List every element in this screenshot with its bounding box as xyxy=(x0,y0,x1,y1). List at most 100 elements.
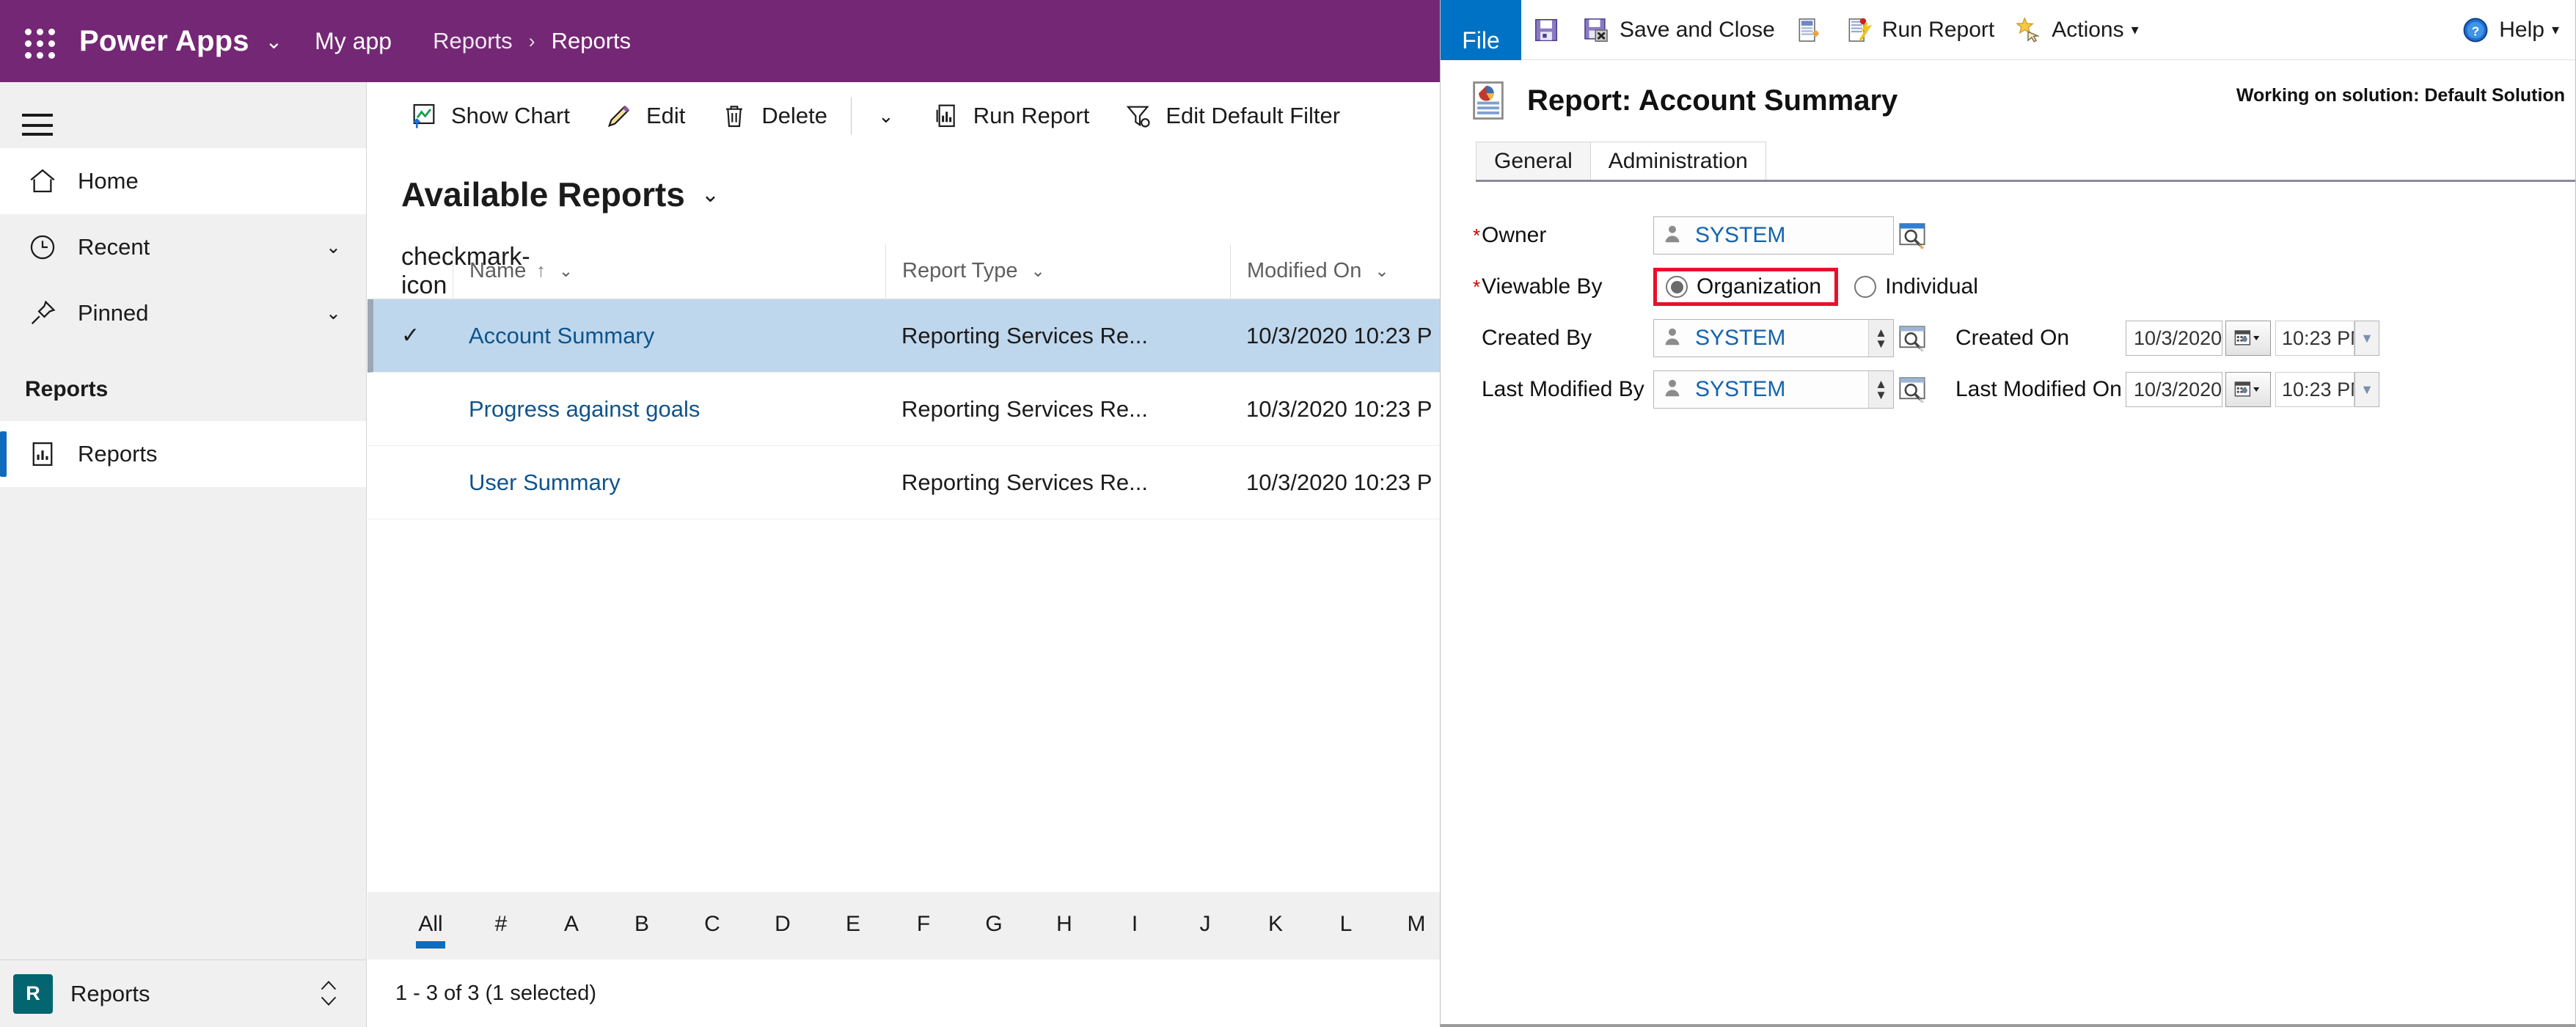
field-label-last-modified-on: Last Modified On xyxy=(1955,377,2122,401)
chevron-up-down-icon[interactable] xyxy=(316,976,341,1011)
alpha-filter-b[interactable]: B xyxy=(607,912,677,940)
calendar-icon[interactable] xyxy=(2225,321,2271,356)
alpha-filter-a[interactable]: A xyxy=(536,912,607,940)
show-chart-button[interactable]: Show Chart xyxy=(391,82,586,150)
owner-lookup-input[interactable]: SYSTEM xyxy=(1653,216,1894,255)
chevron-down-icon[interactable]: ⌄ xyxy=(326,302,341,324)
calendar-icon[interactable] xyxy=(2225,372,2271,407)
lookup-search-icon[interactable] xyxy=(1897,323,1928,354)
waffle-grid-icon[interactable] xyxy=(16,20,59,62)
sidebar-item-reports[interactable]: Reports xyxy=(0,421,366,487)
last-modified-on-time-input[interactable]: 10:23 PM xyxy=(2275,372,2354,407)
select-all-checkmark-icon[interactable]: checkmark-icon xyxy=(401,243,530,300)
lookup-search-icon[interactable] xyxy=(1897,374,1928,405)
chevron-down-icon[interactable]: ⌄ xyxy=(559,261,573,281)
clock-icon xyxy=(22,227,63,268)
created-on-date-input[interactable]: 10/3/2020 xyxy=(2126,321,2222,356)
caret-down-icon[interactable]: ▾ xyxy=(2132,21,2139,39)
edit-button[interactable]: Edit xyxy=(586,82,701,150)
chevron-down-icon[interactable]: ▼ xyxy=(2354,372,2379,407)
alpha-filter-h[interactable]: H xyxy=(1029,912,1099,940)
help-label: Help xyxy=(2499,17,2544,42)
pin-icon xyxy=(22,293,63,334)
alpha-filter-d[interactable]: D xyxy=(747,912,818,940)
chevron-down-icon[interactable]: ⌄ xyxy=(701,182,720,208)
alpha-filter-l[interactable]: L xyxy=(1311,912,1381,940)
created-by-lookup-input[interactable]: SYSTEM ▲ ▼ xyxy=(1653,319,1894,357)
chevron-down-icon[interactable]: ⌄ xyxy=(326,236,341,258)
lookup-search-icon[interactable] xyxy=(1897,220,1928,251)
spinner-updown-icon[interactable]: ▲ ▼ xyxy=(1868,371,1893,408)
row-checkmark-icon[interactable]: ✓ xyxy=(401,323,453,348)
alpha-filter-k[interactable]: K xyxy=(1240,912,1311,940)
ribbon-label: Run Report xyxy=(1881,17,1995,42)
chevron-down-icon[interactable]: ⌄ xyxy=(266,29,282,54)
sidebar-item-pinned[interactable]: Pinned ⌄ xyxy=(0,280,366,346)
label-text: Last Modified By xyxy=(1482,377,1644,401)
required-asterisk-icon: * xyxy=(1473,224,1481,246)
person-icon xyxy=(1661,326,1686,351)
save-button[interactable] xyxy=(1521,0,1571,60)
chevron-down-icon[interactable]: ⌄ xyxy=(1375,261,1388,281)
alpha-filter-hash[interactable]: # xyxy=(466,912,536,940)
caret-down-icon[interactable]: ▾ xyxy=(2552,21,2559,39)
radio-individual[interactable]: Individual xyxy=(1854,274,1978,299)
last-modified-on-date-input[interactable]: 10/3/2020 xyxy=(2126,372,2222,407)
alpha-filter-g[interactable]: G xyxy=(959,912,1029,940)
new-report-button[interactable] xyxy=(1784,0,1834,60)
alpha-filter-f[interactable]: F xyxy=(888,912,959,940)
cell-name[interactable]: User Summary xyxy=(453,469,885,496)
alpha-filter-all[interactable]: All xyxy=(395,912,466,940)
alpha-filter-c[interactable]: C xyxy=(677,912,747,940)
radio-organization[interactable]: Organization xyxy=(1666,274,1821,299)
overflow-chevron-down-icon[interactable]: ⌄ xyxy=(859,82,913,150)
sidebar-item-label: Recent xyxy=(78,234,150,260)
column-header-name[interactable]: Name ↑ ⌄ xyxy=(453,243,885,299)
save-icon xyxy=(1530,14,1562,46)
breadcrumb-item-current[interactable]: Reports xyxy=(552,28,632,54)
form-title-row: Report: Account Summary Working on solut… xyxy=(1441,60,2575,141)
run-report-button[interactable]: Run Report xyxy=(913,82,1106,150)
alpha-filter-i[interactable]: I xyxy=(1099,912,1170,940)
cell-name[interactable]: Progress against goals xyxy=(453,396,885,423)
last-modified-by-value: SYSTEM xyxy=(1695,377,1786,401)
spinner-updown-icon[interactable]: ▲ ▼ xyxy=(1868,320,1893,357)
tab-administration[interactable]: Administration xyxy=(1589,142,1766,180)
cell-name[interactable]: Account Summary xyxy=(453,323,885,349)
edit-default-filter-button[interactable]: Edit Default Filter xyxy=(1105,82,1356,150)
tab-label: Administration xyxy=(1608,148,1748,173)
report-document-icon xyxy=(1466,78,1511,123)
file-tab-button[interactable]: File xyxy=(1441,0,1521,60)
delete-button[interactable]: Delete xyxy=(701,82,844,150)
actions-button[interactable]: Actions ▾ xyxy=(2003,0,2147,60)
tab-general[interactable]: General xyxy=(1476,142,1591,180)
report-form-panel: File Save and Close Run Report Actions ▾… xyxy=(1440,0,2576,1027)
alpha-filter-e[interactable]: E xyxy=(818,912,888,940)
alpha-filter-j[interactable]: J xyxy=(1170,912,1240,940)
last-modified-by-lookup-input[interactable]: SYSTEM ▲ ▼ xyxy=(1653,370,1894,409)
sidebar-item-recent[interactable]: Recent ⌄ xyxy=(0,214,366,280)
column-header-report-type[interactable]: Report Type ⌄ xyxy=(885,243,1230,299)
run-report-ribbon-button[interactable]: Run Report xyxy=(1834,0,2003,60)
sidebar-app-switcher[interactable]: R Reports xyxy=(0,960,366,1027)
help-button[interactable]: ? Help ▾ xyxy=(2459,14,2575,46)
chevron-down-icon[interactable]: ▼ xyxy=(2354,321,2379,356)
chevron-down-icon[interactable]: ⌄ xyxy=(1031,261,1044,281)
actions-star-icon xyxy=(2012,14,2044,46)
created-on-time-input[interactable]: 10:23 PM xyxy=(2275,321,2354,356)
hamburger-menu-icon[interactable] xyxy=(0,82,366,148)
save-and-close-button[interactable]: Save and Close xyxy=(1571,0,1784,60)
help-circle-icon: ? xyxy=(2459,14,2492,46)
breadcrumb-item-reports[interactable]: Reports xyxy=(433,28,513,54)
sidebar-item-home[interactable]: Home xyxy=(0,148,366,214)
filter-settings-icon xyxy=(1121,99,1155,133)
field-label-created-by: Created By xyxy=(1441,326,1653,351)
breadcrumb: Reports › Reports xyxy=(433,28,631,54)
show-chart-icon xyxy=(407,99,441,133)
ribbon-label: Save and Close xyxy=(1620,17,1775,42)
record-count-status: 1 - 3 of 3 (1 selected) xyxy=(395,982,597,1005)
column-label: Report Type xyxy=(902,259,1018,282)
avatar: R xyxy=(13,973,53,1014)
run-report-icon xyxy=(929,99,963,133)
app-name[interactable]: My app xyxy=(315,28,392,55)
